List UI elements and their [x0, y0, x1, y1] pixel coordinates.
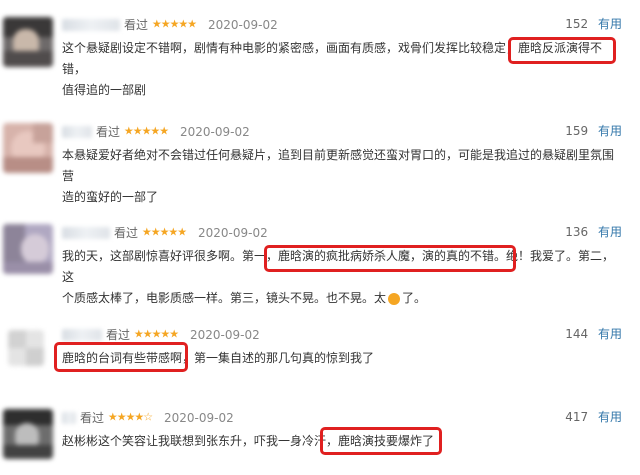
avatar[interactable]	[3, 123, 53, 173]
vote-area: 159 有用	[565, 121, 622, 141]
useful-button[interactable]: 有用	[598, 410, 622, 424]
useful-button[interactable]: 有用	[598, 124, 622, 138]
highlight-box	[508, 37, 616, 64]
useful-button[interactable]: 有用	[598, 225, 622, 239]
smile-emoji-icon	[388, 292, 401, 305]
review-date: 2020-09-02	[207, 17, 278, 32]
star-rating: ★★★★★	[123, 124, 169, 138]
review-item: 看过 ★★★★☆ 2020-09-02 417 有用 赵彬彬这个笑容让我联想到张…	[0, 407, 640, 469]
star-rating: ★★★★★	[141, 225, 187, 239]
review-header: 看过 ★★★★★ 2020-09-02	[62, 222, 268, 242]
review-text-line: 个质感太棒了，电影质感一样。第三，镜头不晃。也不晃。太 了。	[62, 288, 622, 309]
review-item: 看过 ★★★★★ 2020-09-02 136 有用 我的天，这部剧惊喜好评很多…	[0, 222, 640, 322]
rated-label: 看过	[124, 17, 149, 32]
review-header: 看过 ★★★★★ 2020-09-02	[62, 121, 250, 141]
avatar[interactable]	[8, 330, 44, 366]
review-header: 看过 ★★★★★ 2020-09-02	[62, 324, 260, 344]
review-item: 看过 ★★★★★ 2020-09-02 159 有用 本悬疑爱好者绝对不会错过任…	[0, 121, 640, 211]
username[interactable]	[62, 18, 120, 31]
avatar[interactable]	[3, 17, 53, 67]
vote-count: 144	[565, 327, 589, 341]
review-item: 看过 ★★★★★ 2020-09-02 152 有用 这个悬疑剧设定不错啊，剧情…	[0, 14, 640, 104]
vote-count: 159	[565, 124, 589, 138]
vote-area: 417 有用	[565, 407, 622, 427]
review-text-segment: 个质感太棒了，电影质感一样。第三，镜头不晃。也不晃。太	[62, 291, 387, 305]
review-content: 本悬疑爱好者绝对不会错过任何悬疑片，追到目前更新感觉还蛮对胃口的，可能是我追过的…	[62, 145, 622, 208]
review-text-line: 值得追的一部剧	[62, 83, 147, 97]
rated-label: 看过	[114, 225, 139, 240]
rated-label: 看过	[96, 124, 121, 139]
username[interactable]	[62, 328, 102, 341]
review-date: 2020-09-02	[197, 225, 268, 240]
username[interactable]	[62, 125, 92, 138]
star-rating: ★★★★☆	[107, 410, 153, 424]
highlight-box	[264, 245, 516, 272]
review-date: 2020-09-02	[179, 124, 250, 139]
star-rating: ★★★★★	[151, 17, 197, 31]
vote-count: 417	[565, 410, 589, 424]
avatar[interactable]	[3, 224, 53, 274]
vote-count: 152	[565, 17, 589, 31]
review-header: 看过 ★★★★★ 2020-09-02	[62, 14, 278, 34]
review-date: 2020-09-02	[189, 327, 260, 342]
star-rating: ★★★★★	[133, 327, 179, 341]
highlight-box	[320, 427, 442, 455]
highlight-box	[54, 342, 188, 372]
vote-area: 136 有用	[565, 222, 622, 242]
vote-area: 152 有用	[565, 14, 622, 34]
rated-label: 看过	[80, 410, 105, 425]
vote-count: 136	[565, 225, 589, 239]
review-date: 2020-09-02	[163, 410, 234, 425]
avatar[interactable]	[3, 409, 53, 459]
review-item: 看过 ★★★★★ 2020-09-02 144 有用 鹿晗的台词有些带感啊，第一…	[0, 324, 640, 384]
vote-area: 144 有用	[565, 324, 622, 344]
username[interactable]	[62, 411, 76, 424]
review-text-segment: 了。	[402, 291, 427, 305]
review-header: 看过 ★★★★☆ 2020-09-02	[62, 407, 234, 427]
useful-button[interactable]: 有用	[598, 327, 622, 341]
rated-label: 看过	[106, 327, 131, 342]
review-text-line: 造的蛮好的一部了	[62, 190, 159, 204]
review-text-line: 本悬疑爱好者绝对不会错过任何悬疑片，追到目前更新感觉还蛮对胃口的，可能是我追过的…	[62, 148, 615, 183]
useful-button[interactable]: 有用	[598, 17, 622, 31]
username[interactable]	[62, 226, 110, 239]
